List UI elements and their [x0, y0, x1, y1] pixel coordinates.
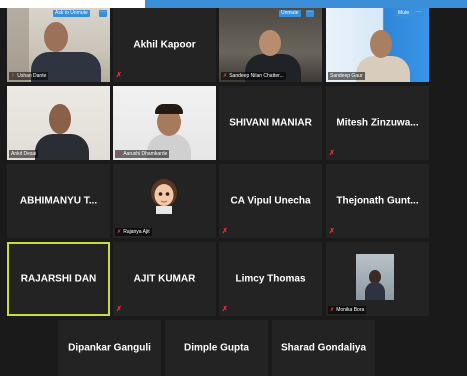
video-tile-rajanya-ajit[interactable]: ✗ Rajanya Ajit [113, 164, 216, 238]
video-tile-ushan-dante[interactable]: Ask to Unmute ··· ✗ Ushan Dante [7, 8, 110, 82]
video-tile-abhimanyu[interactable]: ABHIMANYU T... [7, 164, 110, 238]
window-top-bar [0, 0, 467, 8]
mic-muted-icon: ✗ [223, 73, 228, 79]
ask-to-unmute-button[interactable]: Ask to Unmute [53, 10, 90, 17]
participant-name-label: Ankit Desai [9, 150, 39, 158]
more-options-button[interactable]: ··· [99, 9, 107, 17]
gallery-view: Ask to Unmute ··· ✗ Ushan Dante Akhil Kap… [0, 8, 467, 376]
mic-muted-icon: ✗ [117, 151, 122, 157]
participant-name: Limcy Thomas [235, 273, 306, 285]
mic-muted-icon: ✗ [329, 228, 335, 235]
participant-name: RAJARSHI DAN [20, 273, 97, 285]
participant-name: AJIT KUMAR [133, 273, 196, 285]
more-options-button[interactable]: ··· [306, 9, 314, 17]
participant-name-label: ✗ Ushan Dante [9, 72, 49, 80]
video-tile-sandeep-nilan[interactable]: Unmute ··· ✗ Sandeep Nilan Chatter... [219, 8, 322, 82]
participant-name-label: ✗ Monika Bora [328, 306, 367, 314]
mute-button[interactable]: Mute [396, 10, 412, 17]
participant-name: Thejonath Gunt... [336, 195, 419, 207]
participant-name: CA Vipul Unecha [230, 195, 311, 207]
participant-name: SHIVANI MANIAR [229, 117, 312, 129]
mic-muted-icon: ✗ [222, 306, 228, 313]
video-tile-akhil-kapoor[interactable]: Akhil Kapoor ✗ [113, 8, 216, 82]
participant-name-label: ✗ Rajanya Ajit [115, 228, 152, 236]
participant-name: Akhil Kapoor [133, 39, 196, 51]
video-tile-monika-bora[interactable]: ✗ Monika Bora [326, 242, 429, 316]
mic-muted-icon: ✗ [222, 228, 228, 235]
video-tile-sandeep-gaur[interactable]: Mute ··· Sandeep Gaur [326, 8, 429, 82]
participant-name: Dipankar Ganguli [68, 342, 151, 354]
profile-photo [356, 254, 394, 300]
video-tile-ankit-desai[interactable]: Ankit Desai [7, 86, 110, 160]
video-tile-dipankar-ganguli[interactable]: Dipankar Ganguli [58, 320, 161, 376]
video-tile-ca-vipul-unecha[interactable]: CA Vipul Unecha ✗ [219, 164, 322, 238]
mic-muted-icon: ✗ [116, 72, 122, 79]
participant-name-label: Sandeep Gaur [328, 72, 365, 80]
participant-name-label: ✗ Aarushi Dhamkarde [115, 150, 170, 158]
video-tile-limcy-thomas[interactable]: Limcy Thomas ✗ [219, 242, 322, 316]
memoji-avatar-image [151, 179, 177, 214]
mic-muted-icon: ✗ [329, 150, 335, 157]
mic-muted-icon: ✗ [330, 307, 335, 313]
video-tile-dimple-gupta[interactable]: Dimple Gupta [165, 320, 268, 376]
video-tile-sharad-gondaliya[interactable]: Sharad Gondaliya [272, 320, 375, 376]
participant-name: Mitesh Zinzuwa... [336, 117, 419, 129]
video-tile-shivani-maniar[interactable]: SHIVANI MANIAR [219, 86, 322, 160]
participant-name: Sharad Gondaliya [280, 342, 367, 354]
participant-name-label: ✗ Sandeep Nilan Chatter... [221, 72, 286, 80]
mic-muted-icon: ✗ [116, 306, 122, 313]
more-options-button[interactable]: ··· [415, 9, 423, 17]
video-tile-mitesh[interactable]: Mitesh Zinzuwa... ✗ [326, 86, 429, 160]
participant-name: Dimple Gupta [183, 342, 249, 354]
participant-name: ABHIMANYU T... [19, 195, 98, 207]
video-tile-rajarshi-dan[interactable]: RAJARSHI DAN [7, 242, 110, 316]
top-accent-strip [145, 0, 467, 8]
video-tile-aarushi[interactable]: ✗ Aarushi Dhamkarde [113, 86, 216, 160]
unmute-button[interactable]: Unmute [279, 10, 301, 17]
video-tile-ajit-kumar[interactable]: AJIT KUMAR ✗ [113, 242, 216, 316]
mic-muted-icon: ✗ [11, 73, 16, 79]
video-tile-thejonath[interactable]: Thejonath Gunt... ✗ [326, 164, 429, 238]
mic-muted-icon: ✗ [117, 229, 122, 235]
